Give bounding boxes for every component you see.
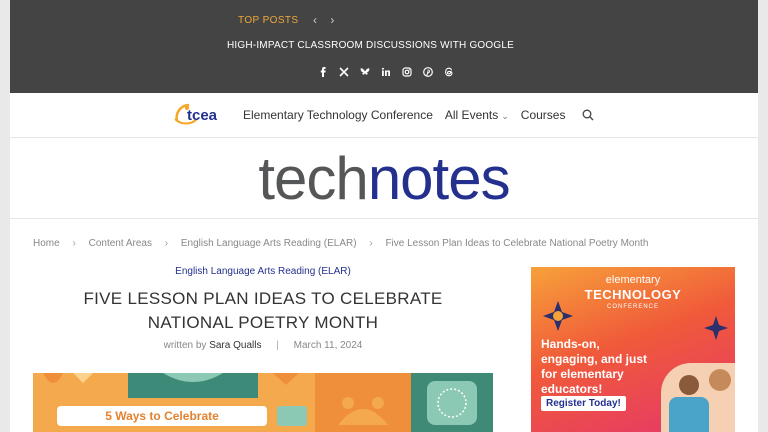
instagram-icon[interactable] <box>396 64 417 80</box>
facebook-icon[interactable] <box>312 64 333 80</box>
search-icon[interactable] <box>582 109 594 121</box>
linkedin-icon[interactable] <box>375 64 396 80</box>
nav-all-events-label: All Events <box>444 108 499 122</box>
meta-divider: | <box>276 340 279 351</box>
breadcrumb-elar[interactable]: English Language Arts Reading (ELAR) <box>181 238 357 249</box>
article-category-link[interactable]: English Language Arts Reading (ELAR) <box>33 266 493 277</box>
register-today-button[interactable]: Register Today! <box>541 396 626 411</box>
ad-photo-person <box>679 375 699 395</box>
brand-tech: tech <box>258 145 368 212</box>
publish-date: March 11, 2024 <box>293 340 363 351</box>
masthead: technotes <box>10 138 758 219</box>
brand-notes: notes <box>367 145 511 212</box>
pinterest-icon[interactable] <box>417 64 438 80</box>
written-by-label: written by <box>163 340 207 351</box>
social-links <box>312 64 459 80</box>
chevron-down-icon: ⌄ <box>501 111 509 121</box>
bluesky-icon[interactable] <box>354 64 375 80</box>
article-title-line-2: NATIONAL POETRY MONTH <box>147 313 379 332</box>
ad-photo-person <box>669 397 709 432</box>
svg-text:tcea: tcea <box>187 107 218 124</box>
ad-photo <box>661 363 735 432</box>
article-title-line-1: FIVE LESSON PLAN IDEAS TO CELEBRATE <box>83 289 443 308</box>
threads-icon[interactable] <box>438 64 459 80</box>
nav-courses[interactable]: Courses <box>521 108 566 122</box>
main-nav: tcea Elementary Technology Conference Al… <box>10 93 758 138</box>
prev-post-button[interactable]: ‹ <box>308 13 322 27</box>
breadcrumb-separator: › <box>369 238 373 249</box>
top-posts-label: TOP POSTS <box>238 15 299 26</box>
hero-title-text: 5 Ways to Celebrate <box>57 406 267 426</box>
elementary-tech-conference-ad[interactable]: elementary TECHNOLOGY CONFERENCE Hands-o… <box>531 267 735 432</box>
ad-kicker: elementary <box>605 274 661 286</box>
page: TOP POSTS ‹ › HIGH-IMPACT CLASSROOM DISC… <box>10 0 758 432</box>
nav-menu: Elementary Technology Conference All Eve… <box>243 108 577 122</box>
top-post-headline-link[interactable]: HIGH-IMPACT CLASSROOM DISCUSSIONS WITH G… <box>227 40 514 51</box>
breadcrumb-separator: › <box>164 238 169 249</box>
top-bar: TOP POSTS ‹ › HIGH-IMPACT CLASSROOM DISC… <box>10 0 758 93</box>
hero-chip <box>277 406 307 426</box>
x-icon[interactable] <box>333 64 354 80</box>
ad-photo-person <box>709 369 731 391</box>
tcea-logo[interactable]: tcea <box>173 99 235 129</box>
nav-all-events[interactable]: All Events ⌄ <box>445 108 509 122</box>
article-meta: written by Sara Qualls | March 11, 2024 <box>33 340 493 351</box>
author-link[interactable]: Sara Qualls <box>209 340 261 351</box>
next-post-button[interactable]: › <box>325 13 339 27</box>
technotes-logo[interactable]: technotes <box>10 144 758 214</box>
star-decoration-icon <box>543 301 573 331</box>
breadcrumb: Home › Content Areas › English Language … <box>33 238 648 249</box>
breadcrumb-separator: › <box>72 238 76 249</box>
nav-elementary-technology-conference[interactable]: Elementary Technology Conference <box>243 108 433 122</box>
article-title: FIVE LESSON PLAN IDEAS TO CELEBRATE NATIO… <box>33 287 493 335</box>
top-posts-nav: ‹ › <box>308 13 339 27</box>
star-decoration-icon <box>704 316 728 340</box>
ad-body-text: Hands-on, engaging, and just for element… <box>541 337 648 396</box>
breadcrumb-content-areas[interactable]: Content Areas <box>89 238 152 249</box>
breadcrumb-current-page: Five Lesson Plan Ideas to Celebrate Nati… <box>385 238 649 249</box>
article-hero-image: 5 Ways to Celebrate <box>33 373 493 432</box>
breadcrumb-home[interactable]: Home <box>33 238 60 249</box>
